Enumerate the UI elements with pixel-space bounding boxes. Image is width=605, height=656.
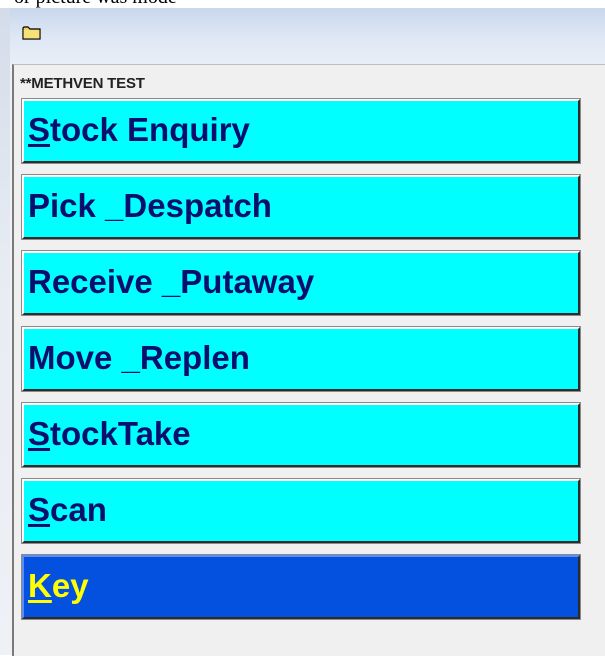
menu-form: **METHVEN TEST Stock Enquiry Pick _Despa…: [12, 64, 605, 656]
mnemonic-letter: S: [28, 415, 51, 452]
button-label: tock Enquiry: [50, 111, 250, 148]
button-label: Pick _Despatch: [28, 187, 272, 224]
key-button[interactable]: Key: [21, 554, 581, 620]
button-label: can: [50, 491, 107, 528]
folder-icon: [22, 26, 41, 40]
mnemonic-letter: K: [28, 567, 52, 604]
window-titlebar[interactable]: [10, 8, 605, 64]
app-window: **METHVEN TEST Stock Enquiry Pick _Despa…: [10, 8, 605, 656]
form-heading: **METHVEN TEST: [20, 75, 145, 92]
pick-despatch-button[interactable]: Pick _Despatch: [21, 174, 581, 240]
window-left-edge: [0, 8, 10, 655]
scan-button[interactable]: Scan: [21, 478, 581, 544]
stocktake-button[interactable]: StockTake: [21, 402, 581, 468]
mnemonic-letter: S: [28, 491, 51, 528]
page-caption-fragment: or picture was mode: [0, 0, 605, 8]
mnemonic-letter: S: [28, 111, 51, 148]
button-label: Move _Replen: [28, 339, 250, 376]
move-replen-button[interactable]: Move _Replen: [21, 326, 581, 392]
caption-text: or picture was mode: [14, 0, 177, 8]
button-label: tockTake: [50, 415, 191, 452]
button-label: Receive _Putaway: [28, 263, 315, 300]
stock-enquiry-button[interactable]: Stock Enquiry: [21, 98, 581, 164]
receive-putaway-button[interactable]: Receive _Putaway: [21, 250, 581, 316]
button-label: ey: [51, 567, 89, 604]
